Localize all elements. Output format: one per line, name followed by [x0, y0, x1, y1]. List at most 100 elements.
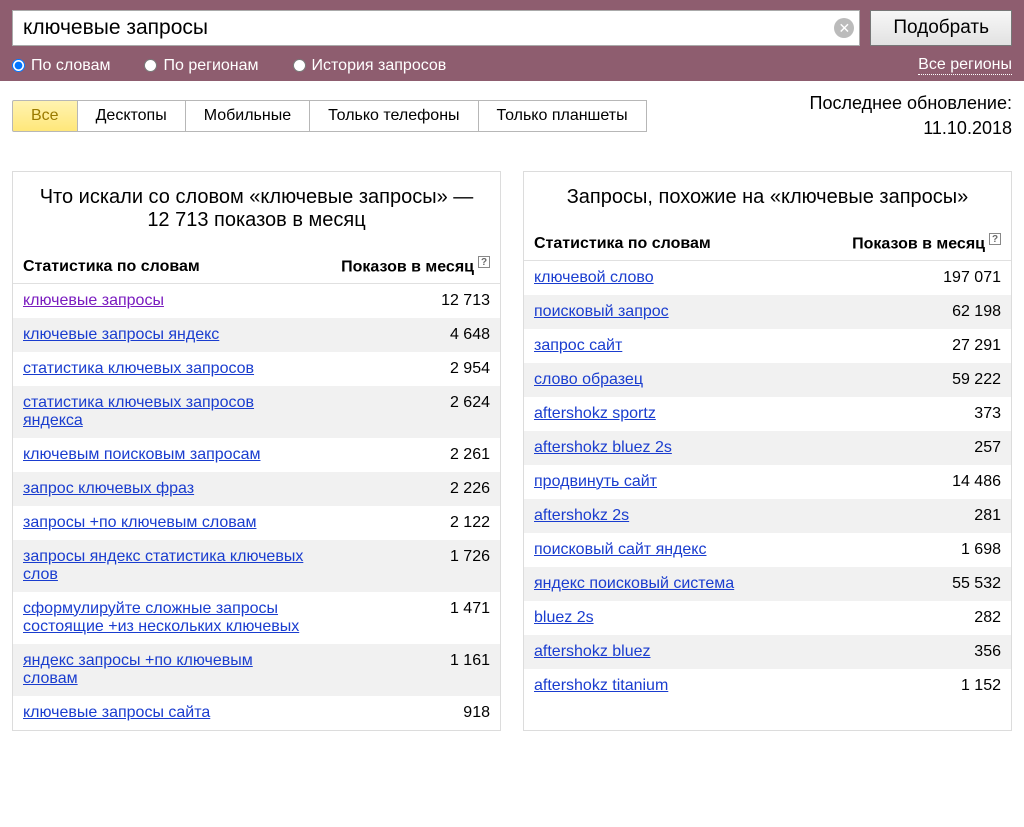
keyword-link[interactable]: яндекс запросы +по ключевым словам: [23, 652, 253, 687]
search-input[interactable]: [12, 10, 860, 46]
shows-cell: 1 152: [800, 669, 1011, 703]
keyword-cell: поисковый сайт яндекс: [524, 533, 800, 567]
table-row: ключевым поисковым запросам2 261: [13, 438, 500, 472]
tab-all[interactable]: Все: [12, 100, 78, 132]
help-icon[interactable]: ?: [478, 256, 490, 268]
table-row: запросы +по ключевым словам2 122: [13, 506, 500, 540]
clear-input-icon[interactable]: ✕: [834, 18, 854, 38]
shows-cell: 27 291: [800, 329, 1011, 363]
table-row: aftershokz bluez 2s 257: [524, 431, 1011, 465]
similar-queries-column: Запросы, похожие на «ключевые запросы» С…: [523, 171, 1012, 730]
table-row: ключевые запросы яндекс4 648: [13, 318, 500, 352]
table-row: aftershokz 2s 281: [524, 499, 1011, 533]
table-row: aftershokz sportz373: [524, 397, 1011, 431]
keyword-link[interactable]: aftershokz bluez 2s: [534, 439, 672, 456]
keyword-link[interactable]: запросы яндекс статистика ключевых слов: [23, 548, 303, 583]
table-row: ключевые запросы сайта918: [13, 696, 500, 730]
keyword-link[interactable]: запрос ключевых фраз: [23, 480, 194, 497]
shows-cell: 1 698: [800, 533, 1011, 567]
left-column-title: Что искали со словом «ключевые запросы» …: [13, 172, 500, 250]
shows-cell: 356: [800, 635, 1011, 669]
table-row: aftershokz bluez 356: [524, 635, 1011, 669]
keyword-cell: сформулируйте сложные запросы состоящие …: [13, 592, 317, 644]
shows-cell: 257: [800, 431, 1011, 465]
keyword-link[interactable]: ключевые запросы: [23, 292, 164, 309]
keyword-cell: aftershokz sportz: [524, 397, 800, 431]
col-header-shows: Показов в месяц?: [317, 250, 500, 283]
keyword-link[interactable]: aftershokz bluez: [534, 643, 651, 660]
keyword-link[interactable]: aftershokz sportz: [534, 405, 656, 422]
keyword-cell: ключевые запросы: [13, 283, 317, 318]
last-updated-label: Последнее обновление:: [810, 93, 1012, 113]
tab-phones[interactable]: Только телефоны: [309, 100, 478, 132]
keyword-link[interactable]: ключевые запросы яндекс: [23, 326, 219, 343]
keyword-link[interactable]: статистика ключевых запросов яндекса: [23, 394, 254, 429]
shows-cell: 2 226: [317, 472, 500, 506]
table-row: ключевые запросы 12 713: [13, 283, 500, 318]
keyword-cell: ключевые запросы сайта: [13, 696, 317, 730]
keyword-link[interactable]: сформулируйте сложные запросы состоящие …: [23, 600, 299, 635]
tab-desktops[interactable]: Десктопы: [77, 100, 186, 132]
table-row: поисковый запрос62 198: [524, 295, 1011, 329]
col-header-stat: Статистика по словам: [524, 227, 800, 260]
tab-mobile[interactable]: Мобильные: [185, 100, 310, 132]
keyword-cell: ключевым поисковым запросам: [13, 438, 317, 472]
region-selector[interactable]: Все регионы: [918, 56, 1012, 75]
keyword-link[interactable]: запрос сайт: [534, 337, 622, 354]
filter-history[interactable]: История запросов: [293, 57, 447, 75]
shows-cell: 282: [800, 601, 1011, 635]
last-updated: Последнее обновление: 11.10.2018: [810, 91, 1012, 141]
shows-cell: 1 471: [317, 592, 500, 644]
shows-cell: 2 954: [317, 352, 500, 386]
table-row: поисковый сайт яндекс 1 698: [524, 533, 1011, 567]
filter-history-radio[interactable]: [293, 59, 306, 72]
filter-by-words[interactable]: По словам: [12, 57, 110, 75]
keyword-link[interactable]: bluez 2s: [534, 609, 594, 626]
shows-cell: 12 713: [317, 283, 500, 318]
filter-by-words-label: По словам: [31, 57, 110, 75]
table-row: продвинуть сайт14 486: [524, 465, 1011, 499]
keyword-link[interactable]: слово образец: [534, 371, 643, 388]
search-bar: ✕ Подобрать По словам По регионам Истори…: [0, 0, 1024, 81]
what-searched-column: Что искали со словом «ключевые запросы» …: [12, 171, 501, 730]
keyword-link[interactable]: aftershokz titanium: [534, 677, 668, 694]
keyword-cell: ключевые запросы яндекс: [13, 318, 317, 352]
keyword-cell: слово образец: [524, 363, 800, 397]
right-table: Статистика по словам Показов в месяц? кл…: [524, 227, 1011, 702]
table-row: aftershokz titanium 1 152: [524, 669, 1011, 703]
shows-cell: 1 161: [317, 644, 500, 696]
shows-cell: 1 726: [317, 540, 500, 592]
help-icon[interactable]: ?: [989, 233, 1001, 245]
filter-by-words-radio[interactable]: [12, 59, 25, 72]
filter-by-regions[interactable]: По регионам: [144, 57, 258, 75]
keyword-cell: запросы яндекс статистика ключевых слов: [13, 540, 317, 592]
keyword-cell: запросы +по ключевым словам: [13, 506, 317, 540]
shows-cell: 59 222: [800, 363, 1011, 397]
keyword-cell: ключевой слово: [524, 260, 800, 295]
keyword-cell: aftershokz titanium: [524, 669, 800, 703]
shows-cell: 2 624: [317, 386, 500, 438]
keyword-link[interactable]: ключевые запросы сайта: [23, 704, 210, 721]
tab-tablets[interactable]: Только планшеты: [478, 100, 647, 132]
keyword-cell: bluez 2s: [524, 601, 800, 635]
keyword-link[interactable]: статистика ключевых запросов: [23, 360, 254, 377]
keyword-link[interactable]: яндекс поисковый система: [534, 575, 734, 592]
keyword-cell: яндекс запросы +по ключевым словам: [13, 644, 317, 696]
keyword-link[interactable]: ключевым поисковым запросам: [23, 446, 260, 463]
keyword-cell: aftershokz bluez: [524, 635, 800, 669]
keyword-cell: aftershokz 2s: [524, 499, 800, 533]
keyword-link[interactable]: aftershokz 2s: [534, 507, 629, 524]
shows-cell: 281: [800, 499, 1011, 533]
keyword-link[interactable]: запросы +по ключевым словам: [23, 514, 256, 531]
keyword-link[interactable]: продвинуть сайт: [534, 473, 657, 490]
keyword-link[interactable]: поисковый сайт яндекс: [534, 541, 706, 558]
table-row: сформулируйте сложные запросы состоящие …: [13, 592, 500, 644]
filter-by-regions-radio[interactable]: [144, 59, 157, 72]
keyword-cell: запрос сайт: [524, 329, 800, 363]
keyword-link[interactable]: ключевой слово: [534, 269, 654, 286]
left-table: Статистика по словам Показов в месяц? кл…: [13, 250, 500, 729]
keyword-link[interactable]: поисковый запрос: [534, 303, 669, 320]
submit-button[interactable]: Подобрать: [870, 10, 1012, 46]
shows-cell: 55 532: [800, 567, 1011, 601]
table-row: запрос ключевых фраз 2 226: [13, 472, 500, 506]
